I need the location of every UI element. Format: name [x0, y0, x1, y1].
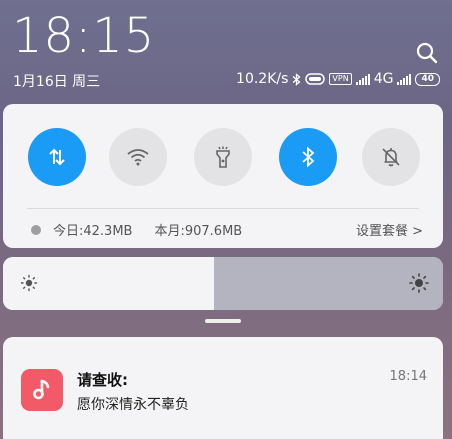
network-speed: 10.2K/s [236, 71, 289, 87]
data-usage-row: 今日:42.3MB 本月:907.6MB 设置套餐 > [31, 220, 423, 239]
flashlight-icon [216, 146, 230, 168]
clock: 18:15 [12, 8, 156, 64]
battery-icon: 40 [415, 72, 440, 86]
notification-body: 愿你深情永不辜负 [77, 397, 189, 413]
set-plan-link[interactable]: 设置套餐 > [356, 220, 423, 239]
quick-settings-panel: 今日:42.3MB 本月:907.6MB 设置套餐 > [3, 104, 443, 248]
notification-card[interactable]: 请查收: 愿你深情永不辜负 18:14 [3, 337, 443, 439]
status-icons: 10.2K/s VPN 4G 40 [236, 71, 440, 87]
usage-dot-icon [31, 224, 41, 235]
bluetooth-icon [302, 146, 315, 168]
wifi-icon [127, 149, 149, 166]
toggle-mobile-data[interactable] [28, 128, 86, 186]
search-icon [416, 42, 438, 64]
hotspot-icon [305, 73, 326, 85]
vpn-badge: VPN [329, 73, 352, 85]
bell-off-icon [382, 148, 400, 167]
brightness-high-icon [409, 273, 429, 293]
drag-handle[interactable] [205, 319, 241, 323]
signal-icon-2 [397, 73, 412, 85]
toggle-flashlight[interactable] [194, 128, 252, 186]
data-transfer-icon [49, 148, 65, 166]
panel-divider [27, 208, 419, 209]
brightness-low-icon [20, 274, 38, 292]
brightness-slider[interactable] [3, 257, 443, 310]
bluetooth-status-icon [293, 72, 301, 86]
toggle-mute[interactable] [362, 128, 420, 186]
music-note-icon [33, 379, 50, 400]
search-button[interactable] [414, 40, 440, 66]
usage-today: 今日:42.3MB [53, 224, 133, 239]
toggle-bluetooth[interactable] [279, 128, 337, 186]
music-app-icon [21, 369, 63, 411]
date-label: 1月16日 周三 [13, 74, 101, 90]
signal-icon [355, 73, 370, 85]
notification-time: 18:14 [389, 369, 427, 384]
toggle-wifi[interactable] [109, 128, 167, 186]
usage-month: 本月:907.6MB [154, 224, 243, 239]
network-type: 4G [373, 71, 394, 87]
notification-title: 请查收: [77, 371, 128, 389]
